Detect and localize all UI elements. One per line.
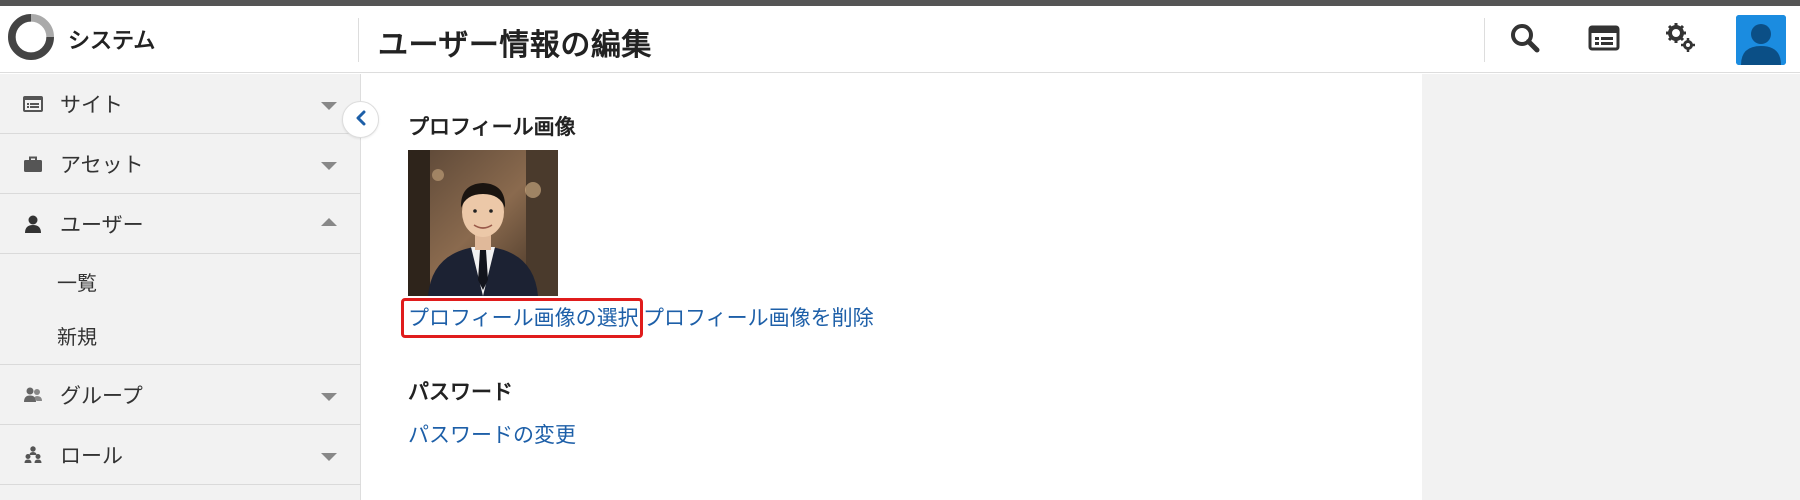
settings-icon [1665,22,1697,58]
chevron-up-icon [321,218,337,226]
brand-name: システム [68,29,156,54]
briefcase-icon [22,153,44,175]
sidebar-subitem-label: 一覧 [57,270,97,295]
sidebar-item-label: グループ [60,383,143,408]
app-header: システム ユーザー情報の編集 [0,6,1800,73]
sidebar-item-label: サイト [60,92,123,117]
collapse-sidebar-button[interactable] [342,101,379,138]
sidebar-subitem-new[interactable]: 新規 [0,308,361,362]
password-label: パスワード [408,380,513,404]
sidebar-item-label: ユーザー [60,212,144,237]
search-button[interactable] [1503,20,1547,60]
sidebar-item-label: アセット [60,152,144,177]
sidebar-item-site[interactable]: サイト [0,74,361,134]
chevron-down-icon [321,393,337,401]
right-pane [1422,74,1800,500]
header-divider [1484,18,1485,62]
search-icon [1509,22,1541,58]
brand[interactable]: システム [8,14,155,64]
select-profile-image-link[interactable]: プロフィール画像の選択 [408,302,639,332]
sidebar: サイト アセット ユーザー 一覧 新規 グループ ロール [0,74,361,500]
header-divider [358,18,359,62]
delete-profile-image-link[interactable]: プロフィール画像を削除 [643,302,874,332]
sidebar-item-label: ロール [60,443,123,468]
dashboard-button[interactable] [1582,20,1626,60]
chevron-down-icon [321,162,337,170]
sidebar-item-user[interactable]: ユーザー [0,194,361,254]
sidebar-item-role[interactable]: ロール [0,425,361,485]
profile-image [408,150,558,296]
sidebar-item-asset[interactable]: アセット [0,134,361,194]
chevron-left-icon [353,110,369,130]
profile-image-label: プロフィール画像 [408,115,576,139]
role-icon [22,444,44,466]
chevron-down-icon [321,102,337,110]
dashboard-icon [1588,22,1620,58]
site-icon [22,93,44,115]
chevron-down-icon [321,453,337,461]
user-icon [22,213,44,235]
group-icon [22,384,44,406]
sidebar-subitem-label: 新規 [57,324,97,349]
change-password-link[interactable]: パスワードの変更 [408,419,576,449]
user-avatar-icon [1736,15,1786,65]
logo-icon [8,14,54,64]
sidebar-subitem-list[interactable]: 一覧 [0,254,361,308]
sidebar-item-group[interactable]: グループ [0,365,361,425]
user-menu-button[interactable] [1736,15,1786,65]
page-title: ユーザー情報の編集 [378,28,652,63]
settings-button[interactable] [1659,20,1703,60]
